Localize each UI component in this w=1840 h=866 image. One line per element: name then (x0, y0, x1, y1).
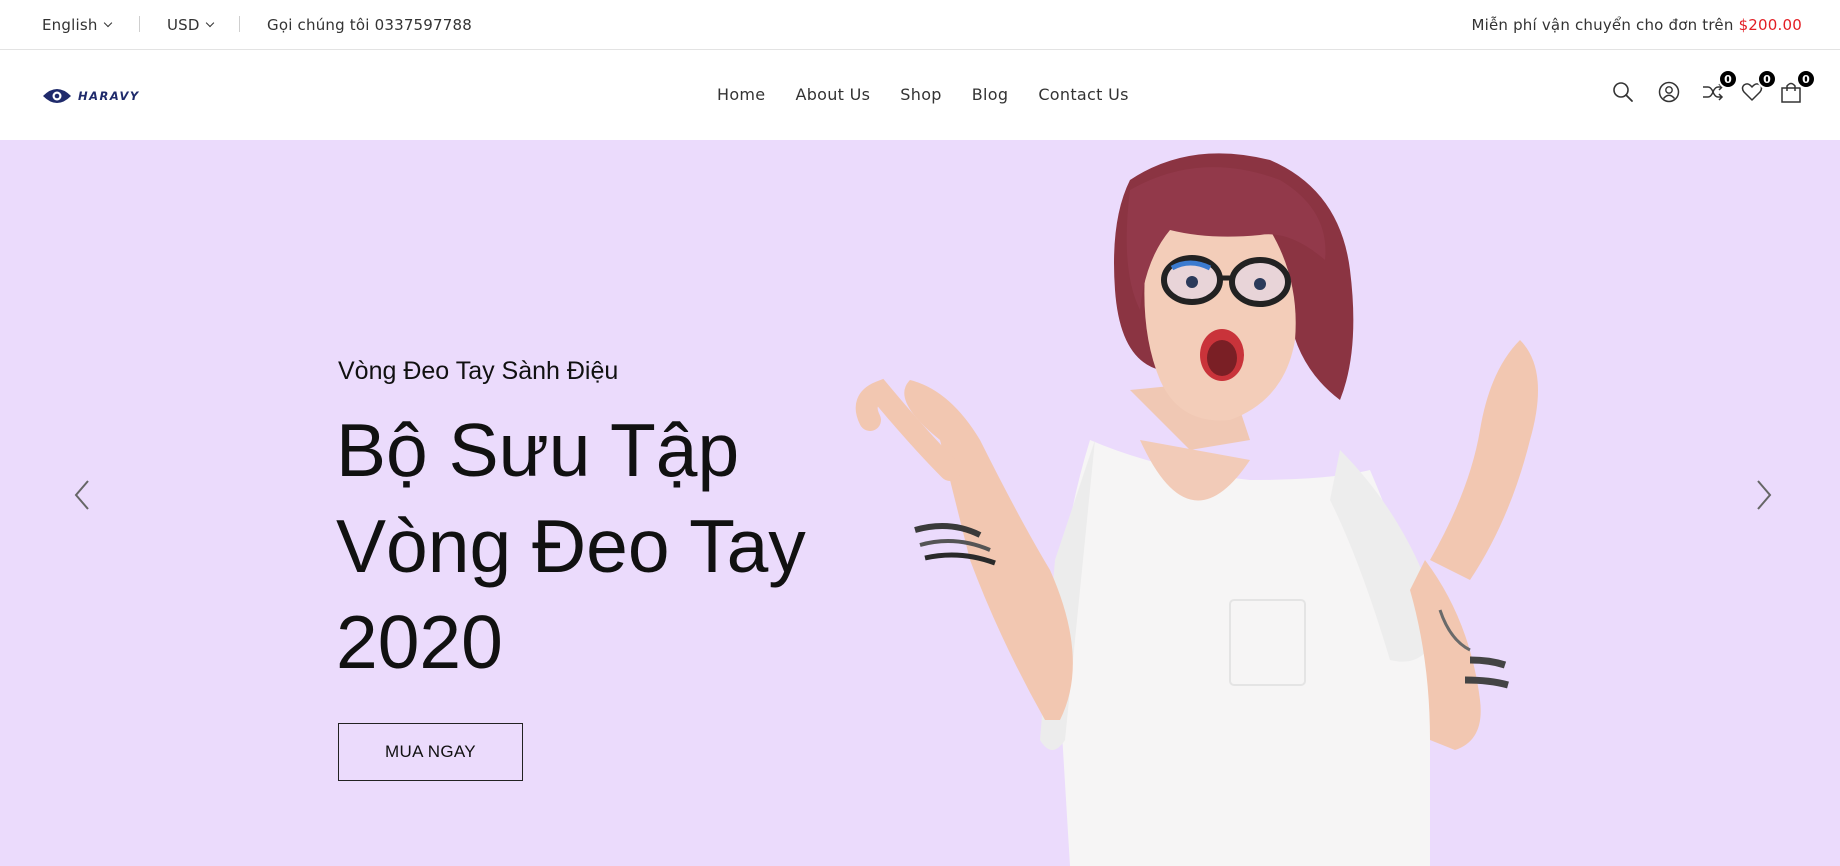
hero-title-line: Vòng Đeo Tay (336, 504, 806, 588)
hero-slider: Vòng Đeo Tay Sành Điệu Bộ Sưu Tập Vòng Đ… (0, 140, 1840, 866)
top-bar: English USD Gọi chúng tôi 0337597788 Miễ… (0, 0, 1840, 50)
language-label: English (42, 16, 98, 34)
slider-next-button[interactable] (1744, 475, 1784, 515)
hero-subtitle: Vòng Đeo Tay Sành Điệu (338, 357, 619, 385)
chevron-right-icon (1757, 480, 1772, 510)
search-icon (1613, 82, 1633, 102)
phone-text: Gọi chúng tôi 0337597788 (267, 16, 473, 34)
compare-count-badge: 0 (1718, 69, 1738, 89)
chevron-left-icon (74, 480, 89, 510)
shipping-text: Miễn phí vận chuyển cho đơn trên (1471, 16, 1734, 34)
shipping-price: $200.00 (1738, 16, 1802, 34)
search-button[interactable] (1610, 79, 1636, 105)
chevron-down-icon (205, 18, 214, 28)
header-icons: 0 0 0 (0, 69, 1840, 113)
hero-title-line: Bộ Sưu Tập (336, 408, 740, 492)
hero-title-line: 2020 (336, 600, 503, 684)
currency-label: USD (167, 16, 200, 34)
currency-selector[interactable]: USD (167, 0, 214, 50)
wishlist-button[interactable]: 0 (1739, 69, 1777, 105)
hero-title: Bộ Sưu Tập Vòng Đeo Tay 2020 (336, 402, 896, 690)
chevron-down-icon (103, 18, 112, 28)
divider (139, 16, 140, 32)
shop-now-button[interactable]: MUA NGAY (338, 723, 523, 781)
cart-button[interactable]: 0 (1778, 69, 1816, 105)
hero-model-image (855, 153, 1538, 866)
account-button[interactable] (1656, 79, 1682, 105)
divider (239, 16, 240, 32)
free-shipping-notice: Miễn phí vận chuyển cho đơn trên $200.00 (1471, 0, 1802, 50)
main-header: HARAVY Home About Us Shop Blog Contact U… (0, 51, 1840, 139)
slider-prev-button[interactable] (62, 475, 102, 515)
language-selector[interactable]: English (42, 0, 112, 50)
compare-button[interactable]: 0 (1700, 69, 1738, 105)
user-icon (1658, 81, 1680, 103)
wishlist-count-badge: 0 (1757, 69, 1777, 89)
cart-count-badge: 0 (1796, 69, 1816, 89)
